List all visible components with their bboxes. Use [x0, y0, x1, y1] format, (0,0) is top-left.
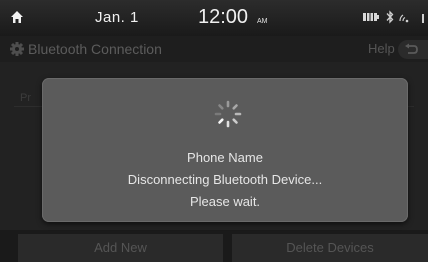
- status-ampm: AM: [257, 18, 268, 25]
- spinner-icon: [214, 100, 242, 128]
- bottom-bar: Add New Delete Devices: [0, 230, 428, 262]
- home-icon[interactable]: [10, 10, 24, 24]
- disconnecting-popup: Phone Name Disconnecting Bluetooth Devic…: [42, 78, 408, 222]
- delete-devices-button[interactable]: Delete Devices: [232, 234, 428, 262]
- status-bar: Jan. 1 12:00 AM: [0, 0, 428, 36]
- head-unit-screen: Jan. 1 12:00 AM Bluetooth Connection Hel…: [0, 0, 428, 262]
- status-time: 12:00: [198, 6, 249, 28]
- bluetooth-icon: [386, 10, 394, 24]
- title-bar: Bluetooth Connection Help: [0, 36, 428, 62]
- gear-icon: [10, 42, 24, 56]
- battery-icon: [363, 13, 379, 21]
- back-icon: [405, 43, 418, 54]
- signal-icon: [399, 14, 424, 23]
- popup-wait-text: Please wait.: [189, 194, 261, 209]
- add-new-button[interactable]: Add New: [18, 234, 223, 262]
- list-item-label: Pr: [20, 92, 31, 104]
- back-button[interactable]: [398, 40, 428, 59]
- status-date: Jan. 1: [95, 9, 139, 26]
- help-button[interactable]: Help: [368, 41, 395, 56]
- screen-title: Bluetooth Connection: [28, 41, 162, 57]
- popup-device-name: Phone Name: [187, 150, 263, 165]
- popup-message: Disconnecting Bluetooth Device...: [127, 172, 323, 187]
